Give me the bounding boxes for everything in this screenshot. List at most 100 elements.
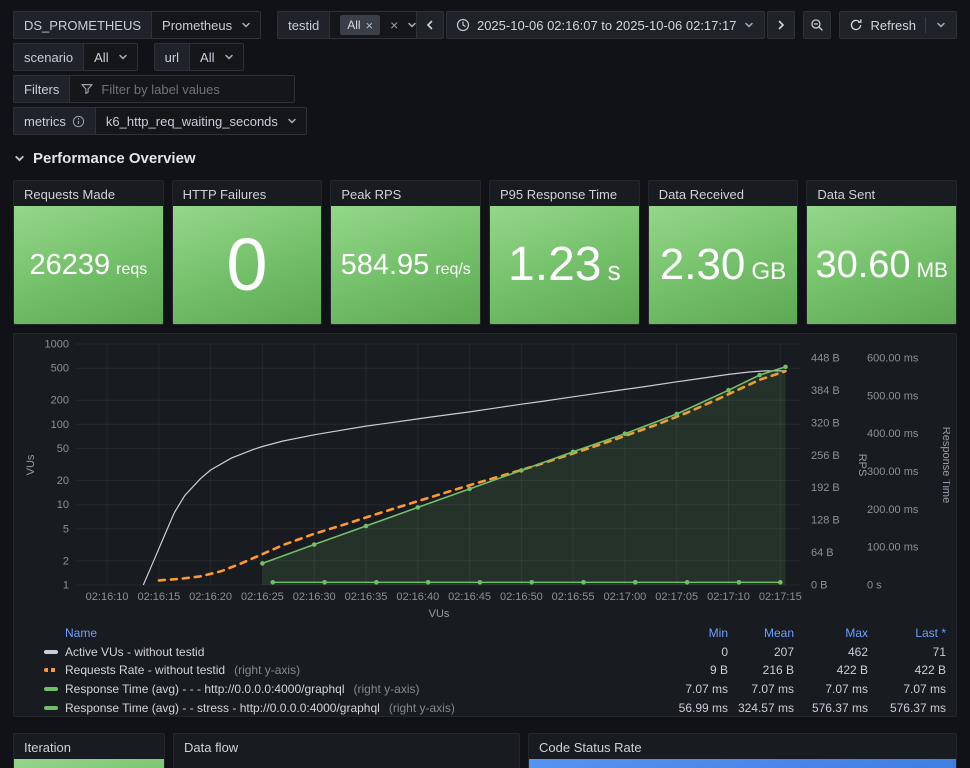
svg-text:64 B: 64 B <box>811 547 834 559</box>
svg-text:5: 5 <box>63 523 69 535</box>
legend-value-last: 422 B <box>914 663 946 678</box>
legend-col-last[interactable]: Last * <box>868 626 946 640</box>
refresh-interval-caret[interactable] <box>935 19 947 31</box>
series-name[interactable]: Active VUs - without testid <box>65 645 204 659</box>
panel-title[interactable]: Data Sent <box>807 181 956 205</box>
legend-row[interactable]: Active VUs - without testid 0 207 462 71 <box>44 643 946 662</box>
metrics-variable: metrics k6_http_req_waiting_seconds <box>13 107 307 135</box>
series-name[interactable]: Response Time (avg) - - stress - http://… <box>65 701 380 715</box>
panel-title[interactable]: HTTP Failures <box>173 181 322 205</box>
filters-label: Filters <box>13 75 71 103</box>
panel-title[interactable]: Code Status Rate <box>529 734 956 759</box>
legend-row[interactable]: Response Time (avg) - - stress - http://… <box>44 698 946 717</box>
svg-text:10: 10 <box>57 499 69 511</box>
stat-panel-p95-response-time: P95 Response Time 1.23 s <box>489 180 640 325</box>
zoom-out-button[interactable] <box>803 11 832 39</box>
toolbar-row-4: metrics k6_http_req_waiting_seconds <box>13 107 307 135</box>
svg-text:2: 2 <box>63 555 69 567</box>
stat-unit: s <box>607 256 621 286</box>
panel-title[interactable]: P95 Response Time <box>490 181 639 205</box>
row-performance-overview[interactable]: Performance Overview <box>13 150 196 167</box>
legend-col-name[interactable]: Name <box>65 626 97 640</box>
timeseries-chart[interactable]: 1 2 5 10 20 50 100 200 500 1000 0 B 64 B 128 B 192 B 2… <box>22 338 952 624</box>
chart-area[interactable]: 1 2 5 10 20 50 100 200 500 1000 0 B 64 B 128 B 192 B 2… <box>22 338 952 624</box>
scenario-variable: scenario All <box>13 43 138 71</box>
svg-text:200: 200 <box>51 395 69 407</box>
metrics-value: k6_http_req_waiting_seconds <box>105 113 278 129</box>
panel-title[interactable]: Peak RPS <box>331 181 480 205</box>
clear-all-icon[interactable]: × <box>390 17 398 33</box>
legend-col-max[interactable]: Max <box>794 626 868 640</box>
legend-row[interactable]: Response Time (avg) - - - http://0.0.0.0… <box>44 680 946 699</box>
legend-row[interactable]: Requests Rate - without testid (right y-a… <box>44 661 946 680</box>
svg-text:02:16:35: 02:16:35 <box>345 591 388 603</box>
testid-chip[interactable]: All × <box>340 15 381 35</box>
svg-text:600.00 ms: 600.00 ms <box>867 353 919 365</box>
legend-value-mean: 216 B <box>762 663 794 678</box>
datasource-select[interactable]: Prometheus <box>151 11 262 39</box>
stat-value: 30.60 <box>815 244 911 286</box>
series-color-swatch <box>44 705 58 710</box>
series-name[interactable]: Requests Rate - without testid <box>65 663 225 677</box>
chip-remove-icon[interactable]: × <box>366 18 374 33</box>
time-picker-group: 2025-10-06 02:16:07 to 2025-10-06 02:17:… <box>415 11 796 39</box>
panel-code-status-rate: Code Status Rate <box>528 733 957 768</box>
metrics-label-text: metrics <box>24 113 66 129</box>
refresh-label: Refresh <box>870 17 916 33</box>
panel-title[interactable]: Data flow <box>174 734 519 759</box>
svg-text:1: 1 <box>63 580 69 592</box>
svg-text:0 B: 0 B <box>811 580 828 592</box>
chevron-down-icon <box>223 51 235 63</box>
stat-panel-data-sent: Data Sent 30.60 MB <box>806 180 958 325</box>
chevron-down-icon <box>240 19 252 31</box>
clock-icon <box>456 18 470 32</box>
time-shift-forward-button[interactable] <box>767 11 796 39</box>
svg-text:02:16:20: 02:16:20 <box>189 591 232 603</box>
panel-title[interactable]: Data Received <box>649 181 798 205</box>
datasource-value: Prometheus <box>162 17 233 33</box>
scenario-select[interactable]: All <box>83 43 138 71</box>
stat-unit: GB <box>751 258 787 285</box>
svg-text:02:17:15: 02:17:15 <box>759 591 802 603</box>
svg-text:02:16:30: 02:16:30 <box>293 591 336 603</box>
svg-text:02:16:25: 02:16:25 <box>241 591 284 603</box>
stat-value: 2.30 <box>659 240 746 289</box>
stat-panel-peak-rps: Peak RPS 584.95 req/s <box>330 180 482 325</box>
svg-text:02:17:00: 02:17:00 <box>603 591 646 603</box>
panel-title[interactable]: Iteration <box>14 734 164 759</box>
testid-label: testid <box>277 11 331 39</box>
info-icon[interactable] <box>72 115 85 128</box>
metrics-select[interactable]: k6_http_req_waiting_seconds <box>94 107 307 135</box>
svg-text:50: 50 <box>57 443 69 455</box>
url-select[interactable]: All <box>189 43 244 71</box>
stat-unit: reqs <box>116 260 148 278</box>
testid-multiselect[interactable]: All × × <box>329 11 428 39</box>
legend-col-mean[interactable]: Mean <box>728 626 794 640</box>
svg-text:02:17:05: 02:17:05 <box>655 591 698 603</box>
legend-value-min: 7.07 ms <box>685 682 728 697</box>
time-range-text: 2025-10-06 02:16:07 to 2025-10-06 02:17:… <box>476 17 737 33</box>
refresh-button[interactable]: Refresh <box>839 11 957 39</box>
stat-body: 0 <box>172 206 322 324</box>
svg-text:02:16:10: 02:16:10 <box>86 591 129 603</box>
legend-value-mean: 324.57 ms <box>737 700 794 715</box>
metrics-label: metrics <box>13 107 96 135</box>
filters-input[interactable] <box>101 81 285 97</box>
legend-value-min: 56.99 ms <box>678 700 728 715</box>
panel-title[interactable]: Requests Made <box>14 181 163 205</box>
legend-col-min[interactable]: Min <box>662 626 728 640</box>
series-name[interactable]: Response Time (avg) - - - http://0.0.0.0… <box>65 682 344 696</box>
series-color-swatch <box>44 668 58 673</box>
time-controls: 2025-10-06 02:16:07 to 2025-10-06 02:17:… <box>415 11 957 39</box>
time-shift-back-button[interactable] <box>415 11 444 39</box>
series-color-swatch <box>44 649 58 654</box>
svg-text:VUs: VUs <box>429 608 450 620</box>
series-axis-note: (right y-axis) <box>388 700 455 715</box>
iteration-stat-bar <box>14 759 164 768</box>
bottom-panels-row: Iteration Data flow Code Status Rate <box>13 733 957 768</box>
datasource-label: DS_PROMETHEUS <box>13 11 153 39</box>
stat-panel-http-failures: HTTP Failures 0 <box>171 180 323 325</box>
time-range-picker[interactable]: 2025-10-06 02:16:07 to 2025-10-06 02:17:… <box>445 11 766 39</box>
svg-text:500.00 ms: 500.00 ms <box>867 390 919 402</box>
svg-text:320 B: 320 B <box>811 417 840 429</box>
